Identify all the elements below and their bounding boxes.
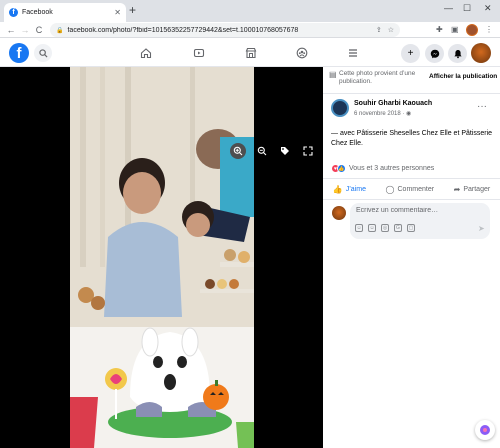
avatar-sticker-icon[interactable]: ☺ xyxy=(355,224,363,232)
fullscreen-button[interactable] xyxy=(300,143,316,159)
side-panel-icon[interactable]: ▣ xyxy=(451,25,459,34)
create-button[interactable]: + xyxy=(401,44,420,63)
tag-icon xyxy=(281,147,289,155)
share-button[interactable]: ➦ Partager xyxy=(454,185,491,194)
share-arrow-icon: ➦ xyxy=(453,184,461,194)
post-date: 6 novembre 2018 · ◉ xyxy=(354,110,411,117)
browser-tab-strip: f Facebook ✕ + — ☐ ✕ xyxy=(0,0,500,22)
notifications-button[interactable] xyxy=(448,44,467,63)
zoom-out-button[interactable] xyxy=(254,143,270,159)
messenger-button[interactable] xyxy=(425,44,444,63)
bookmark-star-icon[interactable]: ☆ xyxy=(388,26,394,34)
comment-input[interactable] xyxy=(356,207,476,214)
extensions-puzzle-icon[interactable]: ✚ xyxy=(436,25,443,34)
poster-avatar[interactable] xyxy=(331,99,349,117)
post-caption: — avec Pâtisserie Sheselles Chez Elle et… xyxy=(331,130,493,147)
post-actions: 👍 J’aime ◯ Commenter ➦ Partager xyxy=(323,181,500,197)
tag-photo-button[interactable] xyxy=(277,143,293,159)
gif-icon[interactable]: G xyxy=(394,224,402,232)
divider xyxy=(323,199,500,200)
commenter-avatar xyxy=(332,206,346,220)
sticker-icon[interactable]: ▢ xyxy=(407,224,415,232)
close-window-button[interactable]: ✕ xyxy=(484,3,492,14)
new-tab-button[interactable]: + xyxy=(129,3,136,17)
share-label: Partager xyxy=(463,185,491,193)
info-icon: ▤ xyxy=(329,70,337,79)
nav-home[interactable] xyxy=(138,45,154,61)
account-avatar[interactable] xyxy=(471,43,491,63)
search-button[interactable] xyxy=(34,44,52,62)
more-options-button[interactable]: ··· xyxy=(477,101,487,112)
maximize-button[interactable]: ☐ xyxy=(463,3,471,14)
notice-text: Cette photo provient d’une publication. xyxy=(339,70,416,85)
nav-groups[interactable] xyxy=(294,45,310,61)
facebook-top-nav: f + xyxy=(0,39,500,67)
help-sparkle-icon xyxy=(480,425,490,435)
video-icon xyxy=(193,48,205,58)
messenger-icon xyxy=(430,49,439,58)
reactions-text: Vous et 3 autres personnes xyxy=(349,165,435,172)
nav-menu[interactable] xyxy=(345,45,361,61)
globe-icon: ◉ xyxy=(406,111,412,117)
send-comment-icon[interactable]: ➤ xyxy=(478,224,485,233)
emoji-icon[interactable]: ☺ xyxy=(368,224,376,232)
help-button[interactable] xyxy=(475,420,495,440)
photo-viewer xyxy=(0,67,323,448)
zoom-in-button[interactable] xyxy=(230,143,246,159)
marketplace-icon xyxy=(245,47,257,59)
facebook-logo[interactable]: f xyxy=(9,43,29,63)
browser-tab[interactable]: f Facebook ✕ xyxy=(4,3,126,22)
address-bar-row: ← → C 🔒 facebook.com/photo/?fbid=1015635… xyxy=(0,22,500,38)
zoom-in-icon xyxy=(233,146,243,156)
comment-button[interactable]: ◯ Commenter xyxy=(386,185,435,194)
reactions-summary[interactable]: ♥ 👍 Vous et 3 autres personnes xyxy=(331,164,434,173)
forward-button[interactable]: → xyxy=(18,25,32,35)
comment-composer: ☺ ☺ ◎ G ▢ ➤ xyxy=(350,203,490,239)
like-reaction-icon: 👍 xyxy=(337,164,346,173)
comment-label: Commenter xyxy=(397,185,435,193)
comment-tools: ☺ ☺ ◎ G ▢ xyxy=(355,224,420,232)
divider xyxy=(323,93,500,94)
home-icon xyxy=(140,48,152,59)
photo-details-panel: ▤ Cette photo provient d’une publication… xyxy=(323,67,500,448)
like-label: J’aime xyxy=(345,185,366,193)
chrome-profile-avatar[interactable] xyxy=(466,24,478,36)
bell-icon xyxy=(453,49,462,58)
plus-icon: + xyxy=(407,48,414,59)
back-button[interactable]: ← xyxy=(4,25,18,35)
nav-watch[interactable] xyxy=(191,45,207,61)
birthday-party-photo xyxy=(70,67,254,448)
chrome-menu-icon[interactable]: ⋮ xyxy=(485,25,493,34)
share-page-icon[interactable]: ⇪ xyxy=(376,26,382,34)
hamburger-menu-icon xyxy=(349,49,357,57)
view-publication-button[interactable]: Afficher la publication xyxy=(429,73,497,80)
publication-notice: ▤ Cette photo provient d’une publication… xyxy=(329,70,499,92)
facebook-favicon-icon: f xyxy=(9,8,18,17)
fullscreen-icon xyxy=(303,146,313,156)
url-text[interactable]: facebook.com/photo/?fbid=101563522577294… xyxy=(67,27,369,34)
groups-icon xyxy=(296,47,308,59)
comment-bubble-icon: ◯ xyxy=(385,184,395,194)
thumbs-up-icon: 👍 xyxy=(332,184,343,194)
minimize-button[interactable]: — xyxy=(444,3,453,13)
poster-name[interactable]: Souhir Gharbi Kaouach xyxy=(354,100,432,107)
search-icon xyxy=(38,48,48,58)
zoom-out-icon xyxy=(257,146,267,156)
camera-icon[interactable]: ◎ xyxy=(381,224,389,232)
lock-icon: 🔒 xyxy=(56,27,64,34)
photo-image xyxy=(70,67,254,448)
divider xyxy=(323,178,500,179)
url-bar[interactable]: 🔒 facebook.com/photo/?fbid=1015635225772… xyxy=(50,23,400,37)
nav-marketplace[interactable] xyxy=(243,45,259,61)
post-date-text[interactable]: 6 novembre 2018 · xyxy=(354,111,406,117)
tab-title: Facebook xyxy=(22,9,53,16)
like-button[interactable]: 👍 J’aime xyxy=(333,185,366,194)
tab-close-icon[interactable]: ✕ xyxy=(114,8,121,17)
reload-button[interactable]: C xyxy=(32,25,46,35)
